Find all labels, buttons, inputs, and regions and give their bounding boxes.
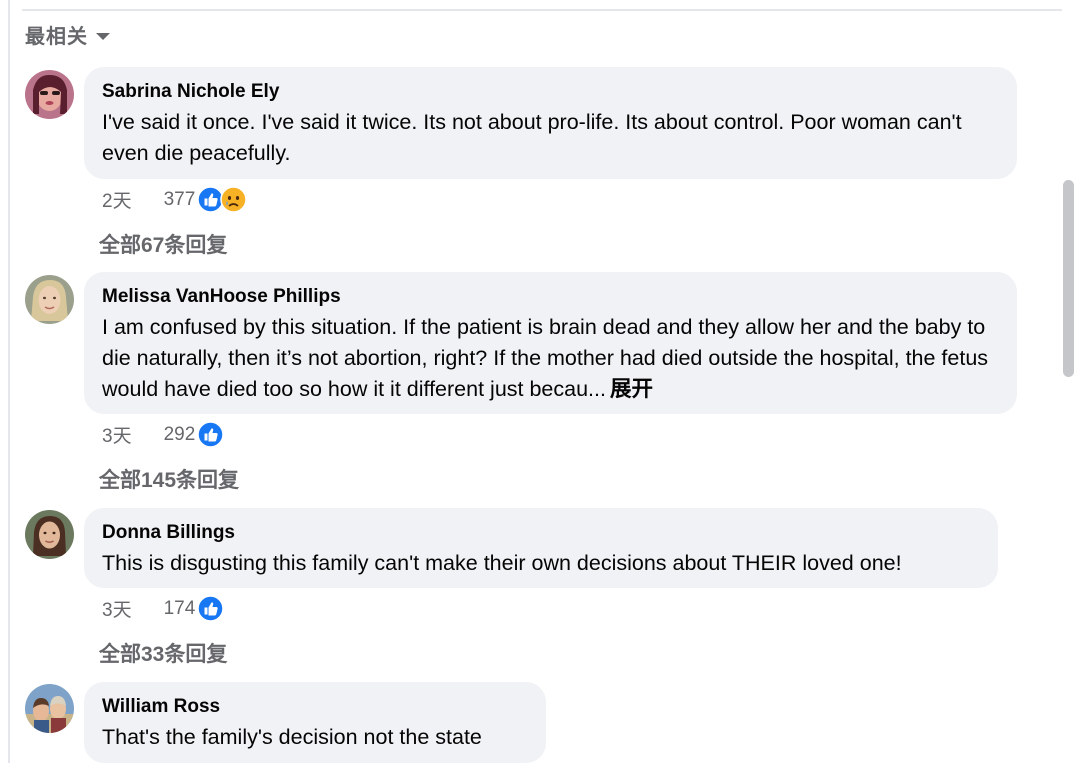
comment-meta: 3天 174 — [102, 595, 225, 622]
comment-text: I am confused by this situation. If the … — [102, 312, 999, 405]
author-name[interactable]: William Ross — [102, 695, 528, 719]
sad-icon — [220, 186, 248, 213]
reaction-count[interactable]: 292 — [164, 424, 196, 446]
top-divider — [22, 9, 1062, 11]
comment-bubble: Donna Billings This is disgusting this f… — [84, 508, 998, 588]
author-name[interactable]: Melissa VanHoose Phillips — [102, 285, 999, 309]
see-more-link[interactable]: 展开 — [610, 377, 653, 401]
comment-meta: 2天 377 — [102, 186, 248, 213]
reaction-icons[interactable] — [197, 421, 225, 448]
comments-panel: 最相关 Sabrina Nichole Ely I've said it onc… — [0, 0, 1080, 763]
left-border — [8, 0, 10, 763]
sort-label: 最相关 — [25, 26, 88, 48]
reaction-icons[interactable] — [197, 186, 248, 213]
reaction-count[interactable]: 174 — [164, 598, 196, 620]
sort-dropdown[interactable]: 最相关 — [25, 20, 110, 49]
timestamp[interactable]: 3天 — [102, 421, 132, 448]
like-icon — [197, 595, 225, 622]
author-name[interactable]: Sabrina Nichole Ely — [102, 80, 999, 104]
comment-text: I've said it once. I've said it twice. I… — [102, 110, 962, 165]
comment-bubble: Sabrina Nichole Ely I've said it once. I… — [84, 67, 1017, 179]
view-replies-link[interactable]: 全部145条回复 — [99, 464, 239, 494]
avatar[interactable] — [25, 275, 74, 324]
caret-down-icon — [96, 32, 110, 40]
reaction-icons[interactable] — [197, 595, 225, 622]
comment-meta: 3天 292 — [102, 421, 225, 448]
comment-text: That's the family's decision not the sta… — [102, 725, 482, 749]
timestamp[interactable]: 3天 — [102, 595, 132, 622]
avatar[interactable] — [25, 510, 74, 559]
avatar[interactable] — [25, 684, 74, 733]
view-replies-link[interactable]: 全部33条回复 — [99, 638, 227, 668]
avatar[interactable] — [25, 70, 74, 119]
author-name[interactable]: Donna Billings — [102, 521, 980, 545]
view-replies-link[interactable]: 全部67条回复 — [99, 229, 227, 259]
scrollbar-thumb[interactable] — [1063, 180, 1074, 377]
reaction-count[interactable]: 377 — [164, 189, 196, 211]
comment-text: This is disgusting this family can't mak… — [102, 551, 902, 575]
timestamp[interactable]: 2天 — [102, 186, 132, 213]
comment-bubble: William Ross That's the family's decisio… — [84, 682, 546, 763]
like-icon — [197, 421, 225, 448]
comment-text-body: I am confused by this situation. If the … — [102, 315, 989, 401]
comment-bubble: Melissa VanHoose Phillips I am confused … — [84, 272, 1017, 414]
